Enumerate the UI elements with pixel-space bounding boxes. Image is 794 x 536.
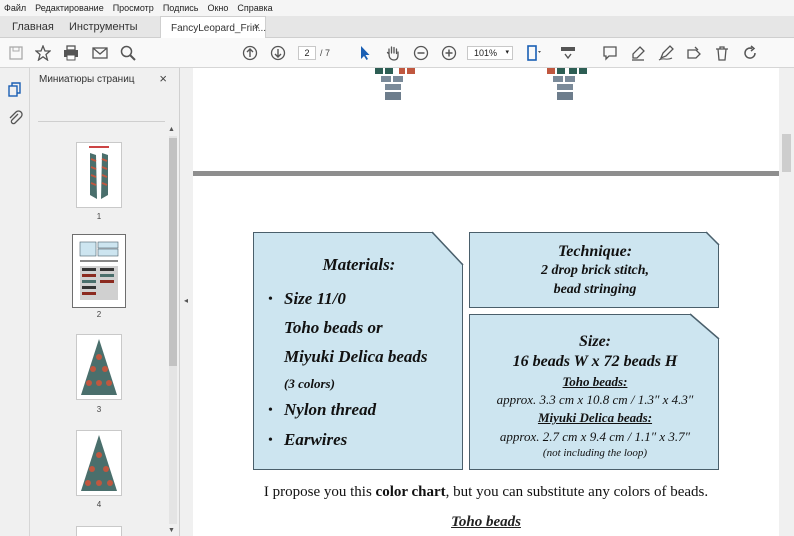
zoom-out-icon[interactable] — [411, 43, 431, 63]
highlight-icon[interactable] — [628, 43, 648, 63]
thumbnail-label: 3 — [96, 405, 102, 414]
menu-view[interactable]: Просмотр — [113, 3, 154, 13]
page-thumbnails-icon[interactable] — [5, 80, 25, 100]
tab-bar: Главная Инструменты FancyLeopard_Frin...… — [0, 16, 794, 39]
fill-icon[interactable] — [684, 43, 704, 63]
save-icon[interactable] — [6, 43, 26, 63]
thumbnail-label: 2 — [96, 310, 102, 319]
fit-page-icon[interactable] — [524, 43, 544, 63]
thumbnail-4-triangle — [77, 431, 121, 495]
menu-help[interactable]: Справка — [237, 3, 272, 13]
page-thumbnail-4[interactable] — [76, 430, 122, 496]
rotate-icon[interactable] — [740, 43, 760, 63]
scroll-thumb[interactable] — [169, 138, 177, 366]
proposal-text-bold: color chart — [375, 484, 446, 500]
close-icon[interactable]: × — [159, 71, 167, 86]
technique-title: Technique: — [557, 243, 633, 260]
attachment-icon[interactable] — [5, 108, 25, 128]
zoom-in-icon[interactable] — [439, 43, 459, 63]
color-chart-text: I propose you this color chart, but you … — [193, 484, 779, 501]
scroll-mode-icon[interactable] — [558, 43, 578, 63]
page-up-icon[interactable] — [240, 43, 260, 63]
document-scrollbar[interactable] — [779, 68, 794, 536]
thumbnail-label: 1 — [96, 212, 102, 221]
page-thumbnail-2[interactable] — [72, 234, 126, 308]
page-total: / 7 — [320, 48, 331, 58]
bead-pattern-right — [547, 68, 587, 100]
bullet: • — [268, 403, 273, 418]
proposal-text-before: I propose you this — [263, 484, 376, 500]
size-title: Size: — [579, 333, 611, 350]
page-thumbnail-5[interactable] — [76, 526, 122, 536]
bead-pattern-left — [375, 68, 415, 100]
search-icon[interactable] — [118, 43, 138, 63]
technique-line: 2 drop brick stitch, — [540, 263, 650, 278]
thumbnail-pane: Миниатюры страниц × 1 2 3 4 ▲ ▼ — [30, 68, 180, 536]
delete-icon[interactable] — [712, 43, 732, 63]
bullet: • — [268, 433, 273, 448]
document-view[interactable]: Materials: • Size 11/0 Toho beads or Miy… — [193, 68, 779, 536]
tab-document[interactable]: FancyLeopard_Frin... × — [160, 16, 266, 39]
hand-icon[interactable] — [383, 43, 403, 63]
divider — [38, 121, 165, 122]
materials-line: Miyuki Delica beads — [284, 347, 428, 366]
materials-box: Materials: • Size 11/0 Toho beads or Miy… — [253, 231, 464, 470]
mail-icon[interactable] — [90, 43, 110, 63]
bullet: • — [268, 292, 273, 307]
tab-close-icon[interactable]: × — [254, 21, 260, 33]
size-miyuki-dims: approx. 2.7 cm x 9.4 cm / 1.1″ x 3.7″ — [499, 429, 691, 444]
tab-home[interactable]: Главная — [12, 16, 54, 38]
technique-box: Technique: 2 drop brick stitch, bead str… — [469, 231, 720, 308]
chevron-down-icon: ▾ — [505, 49, 509, 56]
print-icon[interactable] — [61, 43, 81, 63]
scroll-down-icon[interactable]: ▼ — [168, 527, 175, 534]
materials-line: Earwires — [284, 430, 348, 449]
materials-line: (3 colors) — [284, 376, 335, 391]
materials-line: Toho beads or — [284, 318, 383, 337]
tab-document-label: FancyLeopard_Frin... — [171, 22, 267, 34]
thumbnail-3-triangle — [77, 335, 121, 399]
sign-icon[interactable] — [656, 43, 676, 63]
page-down-icon[interactable] — [268, 43, 288, 63]
scroll-thumb[interactable] — [782, 134, 791, 172]
thumbnail-scrollbar[interactable]: ▲ ▼ — [167, 126, 177, 534]
materials-title: Materials: — [322, 255, 396, 274]
toolbar: 2 / 7 101% ▾ — [0, 38, 794, 68]
zoom-level-value: 101% — [474, 48, 498, 58]
materials-line: Nylon thread — [284, 400, 377, 419]
left-rail — [0, 68, 30, 536]
select-arrow-icon[interactable] — [355, 43, 375, 63]
comment-icon[interactable] — [600, 43, 620, 63]
size-toho-label: Toho beads: — [562, 374, 628, 389]
menu-sign[interactable]: Подпись — [163, 3, 199, 13]
collapse-pane-icon[interactable]: ◂ — [184, 296, 188, 305]
page-thumbnail-1[interactable] — [76, 142, 122, 208]
technique-line: bead stringing — [553, 282, 637, 297]
size-box: Size: 16 beads W x 72 beads H Toho beads… — [469, 313, 720, 470]
toho-beads-heading: Toho beads — [451, 514, 521, 530]
materials-line: Size 11/0 — [284, 289, 346, 308]
scroll-up-icon[interactable]: ▲ — [168, 126, 175, 133]
thumbnail-label: 4 — [96, 500, 102, 509]
proposal-text-after: , but you can substitute any colors of b… — [445, 484, 709, 500]
size-miyuki-label: Miyuki Delica beads: — [537, 410, 653, 425]
menu-edit[interactable]: Редактирование — [35, 3, 104, 13]
page-number-input[interactable]: 2 — [298, 46, 316, 60]
star-icon[interactable] — [33, 43, 53, 63]
page-separator — [193, 171, 779, 176]
size-toho-dims: approx. 3.3 cm x 10.8 cm / 1.3″ x 4.3″ — [496, 392, 694, 407]
menu-window[interactable]: Окно — [207, 3, 228, 13]
zoom-level-select[interactable]: 101% ▾ — [467, 46, 513, 60]
tab-tools[interactable]: Инструменты — [69, 16, 138, 38]
thumbnail-1-earrings — [77, 143, 121, 207]
thumbnail-2-preview — [76, 238, 122, 304]
menu-file[interactable]: Файл — [4, 3, 26, 13]
menu-bar: Файл Редактирование Просмотр Подпись Окн… — [0, 0, 794, 16]
page-thumbnail-3[interactable] — [76, 334, 122, 400]
size-note: (not including the loop) — [542, 447, 648, 459]
thumbnail-pane-title: Миниатюры страниц — [39, 74, 135, 85]
size-beads: 16 beads W x 72 beads H — [512, 353, 678, 370]
